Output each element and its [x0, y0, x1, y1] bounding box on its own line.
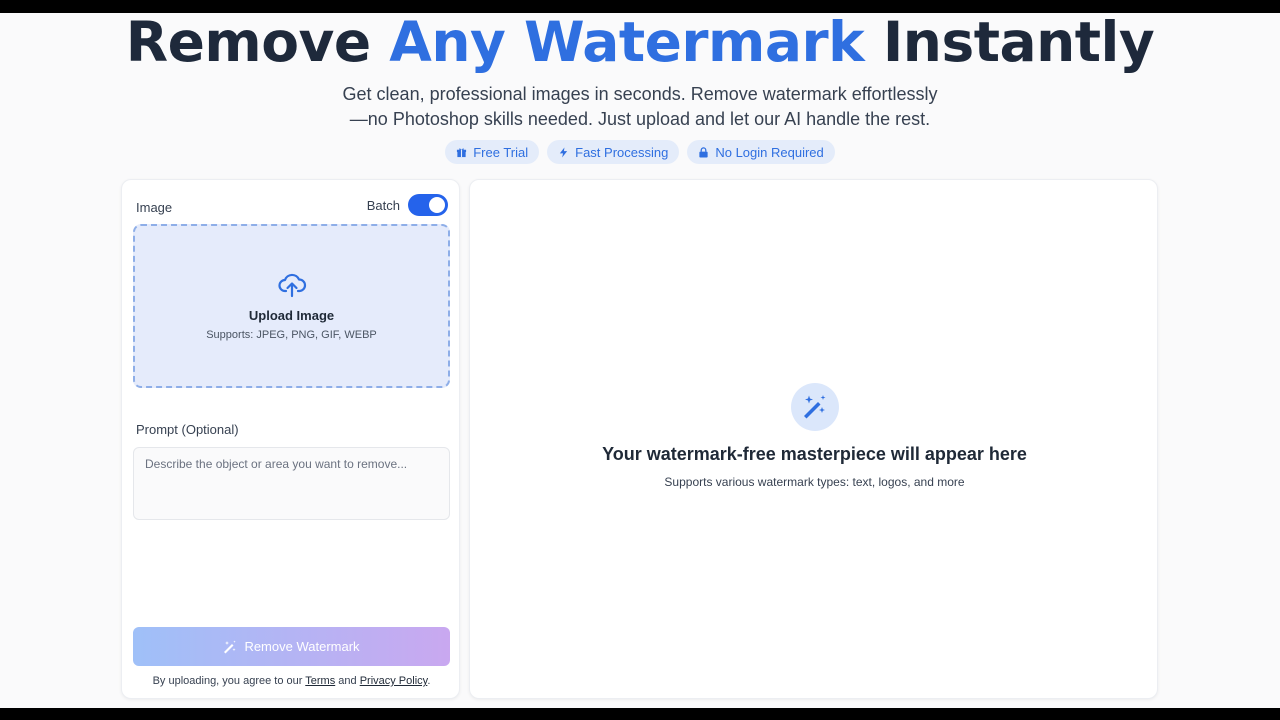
title-part-2: Instantly [864, 10, 1155, 74]
terms-prefix: By uploading, you agree to our [152, 675, 306, 687]
lightning-icon [559, 146, 568, 158]
terms-notice: By uploading, you agree to our Terms and… [122, 675, 461, 687]
result-empty-title: Your watermark-free masterpiece will app… [602, 444, 1027, 464]
cloud-upload-icon [277, 273, 306, 298]
subtitle-line-2: —no Photoshop skills needed. Just upload… [349, 109, 931, 129]
chip-label: Free Trial [473, 144, 529, 160]
result-panel: Your watermark-free masterpiece will app… [469, 179, 1158, 699]
title-part-1: Remove [125, 10, 390, 74]
terms-link[interactable]: Terms [305, 675, 335, 687]
remove-watermark-button[interactable]: Remove Watermark [133, 627, 450, 666]
bottom-letterbox-bar [0, 708, 1280, 720]
result-icon-badge [790, 383, 839, 431]
magic-wand-icon [803, 395, 825, 419]
chip-free-trial: Free Trial [445, 140, 540, 164]
upload-formats: Supports: JPEG, PNG, GIF, WEBP [206, 329, 377, 341]
toggle-knob [429, 197, 445, 213]
upload-title: Upload Image [248, 308, 335, 323]
chip-label: Fast Processing [575, 144, 669, 160]
lock-icon [699, 146, 708, 158]
magic-wand-icon [224, 640, 237, 653]
chip-label: No Login Required [715, 144, 824, 160]
page-title: Remove Any Watermark Instantly [0, 10, 1280, 74]
remove-button-label: Remove Watermark [244, 639, 360, 654]
page-subtitle: Get clean, professional images in second… [320, 82, 960, 132]
batch-toggle[interactable] [408, 194, 448, 216]
title-accent: Any Watermark [389, 10, 865, 74]
batch-control: Batch [367, 194, 448, 216]
chip-fast-processing: Fast Processing [547, 140, 680, 164]
prompt-label: Prompt (Optional) [136, 422, 239, 437]
chip-no-login: No Login Required [687, 140, 835, 164]
prompt-input[interactable] [133, 447, 450, 520]
feature-chips: Free Trial Fast Processing No Login Requ… [0, 140, 1280, 164]
subtitle-line-1: Get clean, professional images in second… [342, 84, 938, 104]
gift-icon [457, 147, 467, 157]
privacy-policy-link[interactable]: Privacy Policy [360, 675, 428, 687]
batch-label: Batch [366, 197, 400, 213]
result-empty-subtitle: Supports various watermark types: text, … [664, 475, 965, 489]
image-dropzone[interactable]: Upload Image Supports: JPEG, PNG, GIF, W… [133, 224, 450, 388]
upload-panel: Image Batch Upload Image Supports: JPEG,… [121, 179, 460, 699]
result-empty-state: Your watermark-free masterpiece will app… [470, 383, 1159, 489]
terms-and: and [335, 675, 360, 687]
terms-suffix: . [427, 675, 431, 687]
image-label: Image [136, 200, 173, 215]
